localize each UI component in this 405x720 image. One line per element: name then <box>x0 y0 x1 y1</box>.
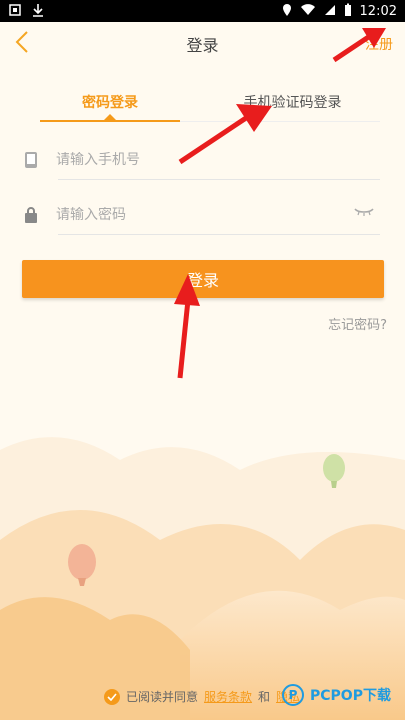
agree-checkbox[interactable] <box>104 688 120 705</box>
location-icon <box>282 3 292 20</box>
watermark: P PCPOP下载 <box>282 684 391 706</box>
phone-input[interactable] <box>56 152 316 168</box>
agreement-prefix: 已阅读并同意 <box>126 690 199 704</box>
wifi-icon <box>300 3 316 19</box>
terms-link[interactable]: 服务条款 <box>204 688 252 705</box>
check-icon <box>107 692 117 701</box>
carrier-icon <box>8 3 22 20</box>
back-button[interactable] <box>10 30 34 58</box>
status-right: 12:02 <box>282 3 397 20</box>
forgot-password-link[interactable]: 忘记密码? <box>328 314 387 333</box>
login-button[interactable]: 登录 <box>22 260 384 298</box>
register-button[interactable]: 注册 <box>365 34 393 54</box>
tab-password-login[interactable]: 密码登录 <box>0 80 180 122</box>
tab-sms-login[interactable]: 手机验证码登录 <box>180 80 405 122</box>
lock-icon <box>22 206 40 224</box>
phone-icon <box>22 151 40 169</box>
active-tab-indicator <box>40 120 180 122</box>
login-tabs: 密码登录 手机验证码登录 <box>0 80 405 122</box>
status-bar: 12:02 <box>0 0 405 22</box>
header: 登录 注册 <box>0 22 405 66</box>
password-field-underline <box>58 234 380 235</box>
pcpop-logo-icon: P <box>282 684 304 706</box>
download-icon <box>32 3 44 20</box>
agreement: 已阅读并同意 服务条款 和 隐私 <box>104 688 300 705</box>
phone-field-underline <box>58 179 380 180</box>
chevron-left-icon <box>15 31 28 53</box>
background-clouds <box>0 437 405 720</box>
watermark-text: PCPOP下载 <box>310 688 391 704</box>
active-tab-caret <box>104 114 116 120</box>
password-input[interactable] <box>56 207 316 223</box>
agreement-conjunction: 和 <box>258 690 271 704</box>
status-left <box>8 3 44 20</box>
status-time: 12:02 <box>359 3 397 19</box>
password-field <box>22 195 382 235</box>
page-title: 登录 <box>186 36 219 55</box>
phone-field <box>22 140 382 180</box>
signal-icon <box>324 4 336 19</box>
battery-icon <box>344 3 352 20</box>
eye-closed-icon[interactable] <box>354 207 374 220</box>
